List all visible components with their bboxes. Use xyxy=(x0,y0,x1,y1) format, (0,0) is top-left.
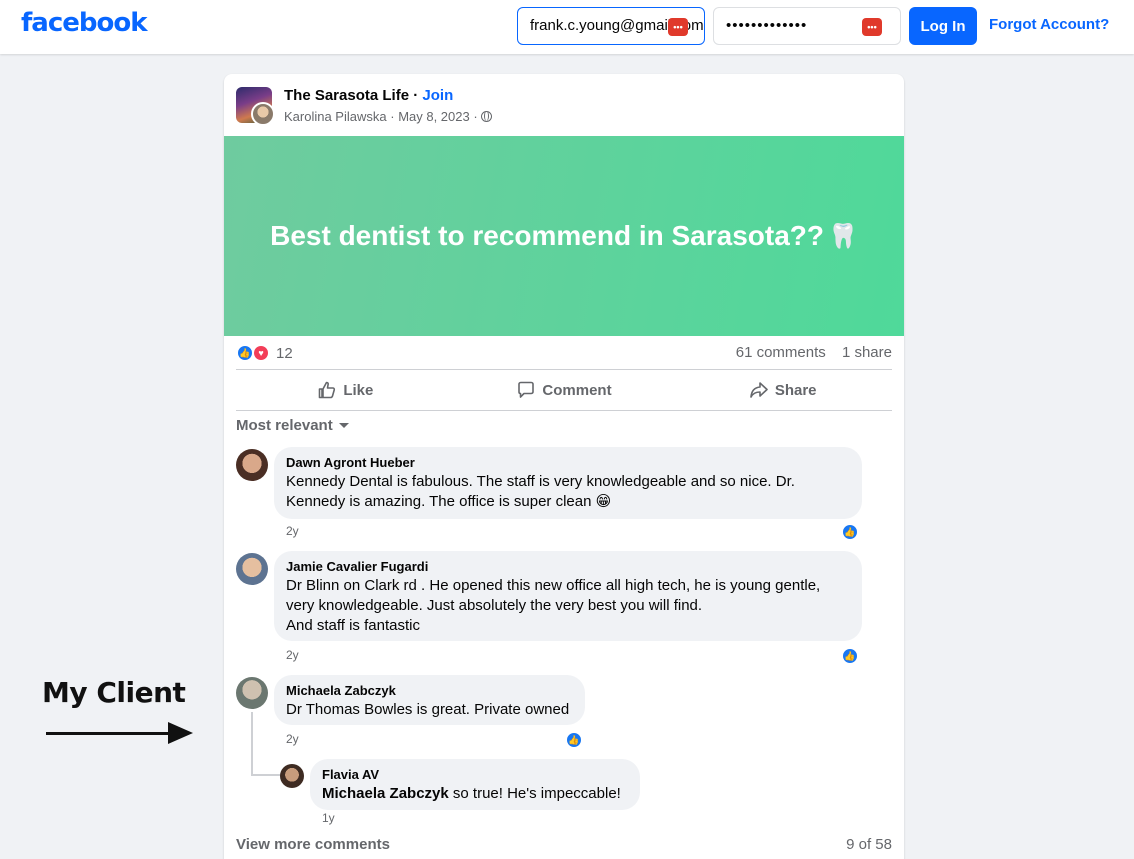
post-stats: 61 comments 1 share xyxy=(736,344,892,361)
comment-time[interactable]: 2y xyxy=(286,648,299,662)
love-reaction-icon: ♥ xyxy=(252,344,270,362)
thread-line xyxy=(251,712,253,776)
reactions-summary[interactable]: 👍 ♥ 12 xyxy=(236,344,293,362)
comment-author[interactable]: Jamie Cavalier Fugardi xyxy=(286,559,850,575)
reply-author[interactable]: Flavia AV xyxy=(322,767,628,783)
login-button[interactable]: Log In xyxy=(909,7,977,45)
annotation-arrow-icon xyxy=(168,722,193,744)
sort-label: Most relevant xyxy=(236,417,333,434)
comment-bubble: Dawn Agront Hueber Kennedy Dental is fab… xyxy=(274,447,862,519)
post-meta: Karolina Pilawska · May 8, 2023 · xyxy=(284,109,493,124)
author-link[interactable]: Karolina Pilawska xyxy=(284,109,387,124)
group-name-link[interactable]: The Sarasota Life xyxy=(284,87,409,104)
comment-like-icon[interactable]: 👍 xyxy=(841,647,859,665)
password-field[interactable]: ••••••••••••• ••• xyxy=(713,7,901,45)
like-label: Like xyxy=(343,381,374,399)
share-label: Share xyxy=(774,381,817,399)
comment-like-icon[interactable]: 👍 xyxy=(565,731,583,749)
top-bar: facebook frank.c.young@gmail.com ••• •••… xyxy=(0,0,1134,54)
action-bar: Like Comment Share xyxy=(236,369,892,411)
post-card: The Sarasota Life · Join Karolina Pilaws… xyxy=(224,74,904,859)
reaction-count[interactable]: 12 xyxy=(276,345,293,362)
comment-label: Comment xyxy=(542,381,612,399)
reply-bubble: Flavia AV Michaela Zabczyk so true! He's… xyxy=(310,759,640,810)
comment-time[interactable]: 2y xyxy=(286,524,299,538)
email-field[interactable]: frank.c.young@gmail.com ••• xyxy=(517,7,705,45)
comment-author[interactable]: Dawn Agront Hueber xyxy=(286,455,850,471)
reply-time[interactable]: 1y xyxy=(322,811,335,825)
post-banner: Best dentist to recommend in Sarasota?? … xyxy=(224,136,904,336)
sort-dropdown[interactable]: Most relevant xyxy=(236,417,349,434)
separator: · xyxy=(413,87,423,104)
share-icon xyxy=(750,382,768,398)
comment-text: Kennedy Dental is fabulous. The staff is… xyxy=(286,473,795,510)
reply-text: Michaela Zabczyk so true! He's impeccabl… xyxy=(322,785,621,802)
comment-text: Dr Thomas Bowles is great. Private owned xyxy=(286,701,570,718)
comment-icon xyxy=(518,381,535,398)
comment-time[interactable]: 2y xyxy=(286,732,299,746)
commenter-avatar[interactable] xyxy=(236,553,268,585)
reply-avatar[interactable] xyxy=(280,764,304,788)
comment-bubble: Michaela Zabczyk Dr Thomas Bowles is gre… xyxy=(274,675,585,725)
join-link[interactable]: Join xyxy=(422,87,453,104)
post-header: The Sarasota Life · Join xyxy=(284,87,453,104)
password-manager-icon[interactable]: ••• xyxy=(862,18,882,36)
comment-author[interactable]: Michaela Zabczyk xyxy=(286,683,573,699)
share-button[interactable]: Share xyxy=(673,370,892,410)
password-manager-icon[interactable]: ••• xyxy=(668,18,688,36)
comment-button[interactable]: Comment xyxy=(455,370,674,410)
comment-text: Dr Blinn on Clark rd . He opened this ne… xyxy=(286,577,821,634)
reply-mention[interactable]: Michaela Zabczyk xyxy=(322,785,449,802)
comment-like-icon[interactable]: 👍 xyxy=(841,523,859,541)
post-text: Best dentist to recommend in Sarasota?? xyxy=(270,220,824,251)
password-mask: ••••••••••••• xyxy=(726,17,808,34)
annotation-label: My Client xyxy=(42,676,186,709)
thread-line xyxy=(251,774,281,776)
forgot-account-link[interactable]: Forgot Account? xyxy=(989,16,1109,33)
globe-icon xyxy=(481,111,493,122)
author-avatar[interactable] xyxy=(251,102,275,126)
annotation-arrow-line xyxy=(46,732,172,735)
caret-down-icon xyxy=(338,423,349,428)
comment-paging: 9 of 58 xyxy=(846,836,892,853)
comment-bubble: Jamie Cavalier Fugardi Dr Blinn on Clark… xyxy=(274,551,862,641)
facebook-logo[interactable]: facebook xyxy=(21,8,148,38)
commenter-avatar[interactable] xyxy=(236,449,268,481)
thumbs-up-icon xyxy=(319,381,336,399)
commenter-avatar[interactable] xyxy=(236,677,268,709)
like-button[interactable]: Like xyxy=(236,370,455,410)
shares-count[interactable]: 1 share xyxy=(842,344,892,361)
tooth-icon: 🦷 xyxy=(828,222,858,250)
view-more-comments-link[interactable]: View more comments xyxy=(236,836,390,853)
comments-count[interactable]: 61 comments xyxy=(736,344,826,361)
post-date[interactable]: May 8, 2023 xyxy=(398,109,470,124)
